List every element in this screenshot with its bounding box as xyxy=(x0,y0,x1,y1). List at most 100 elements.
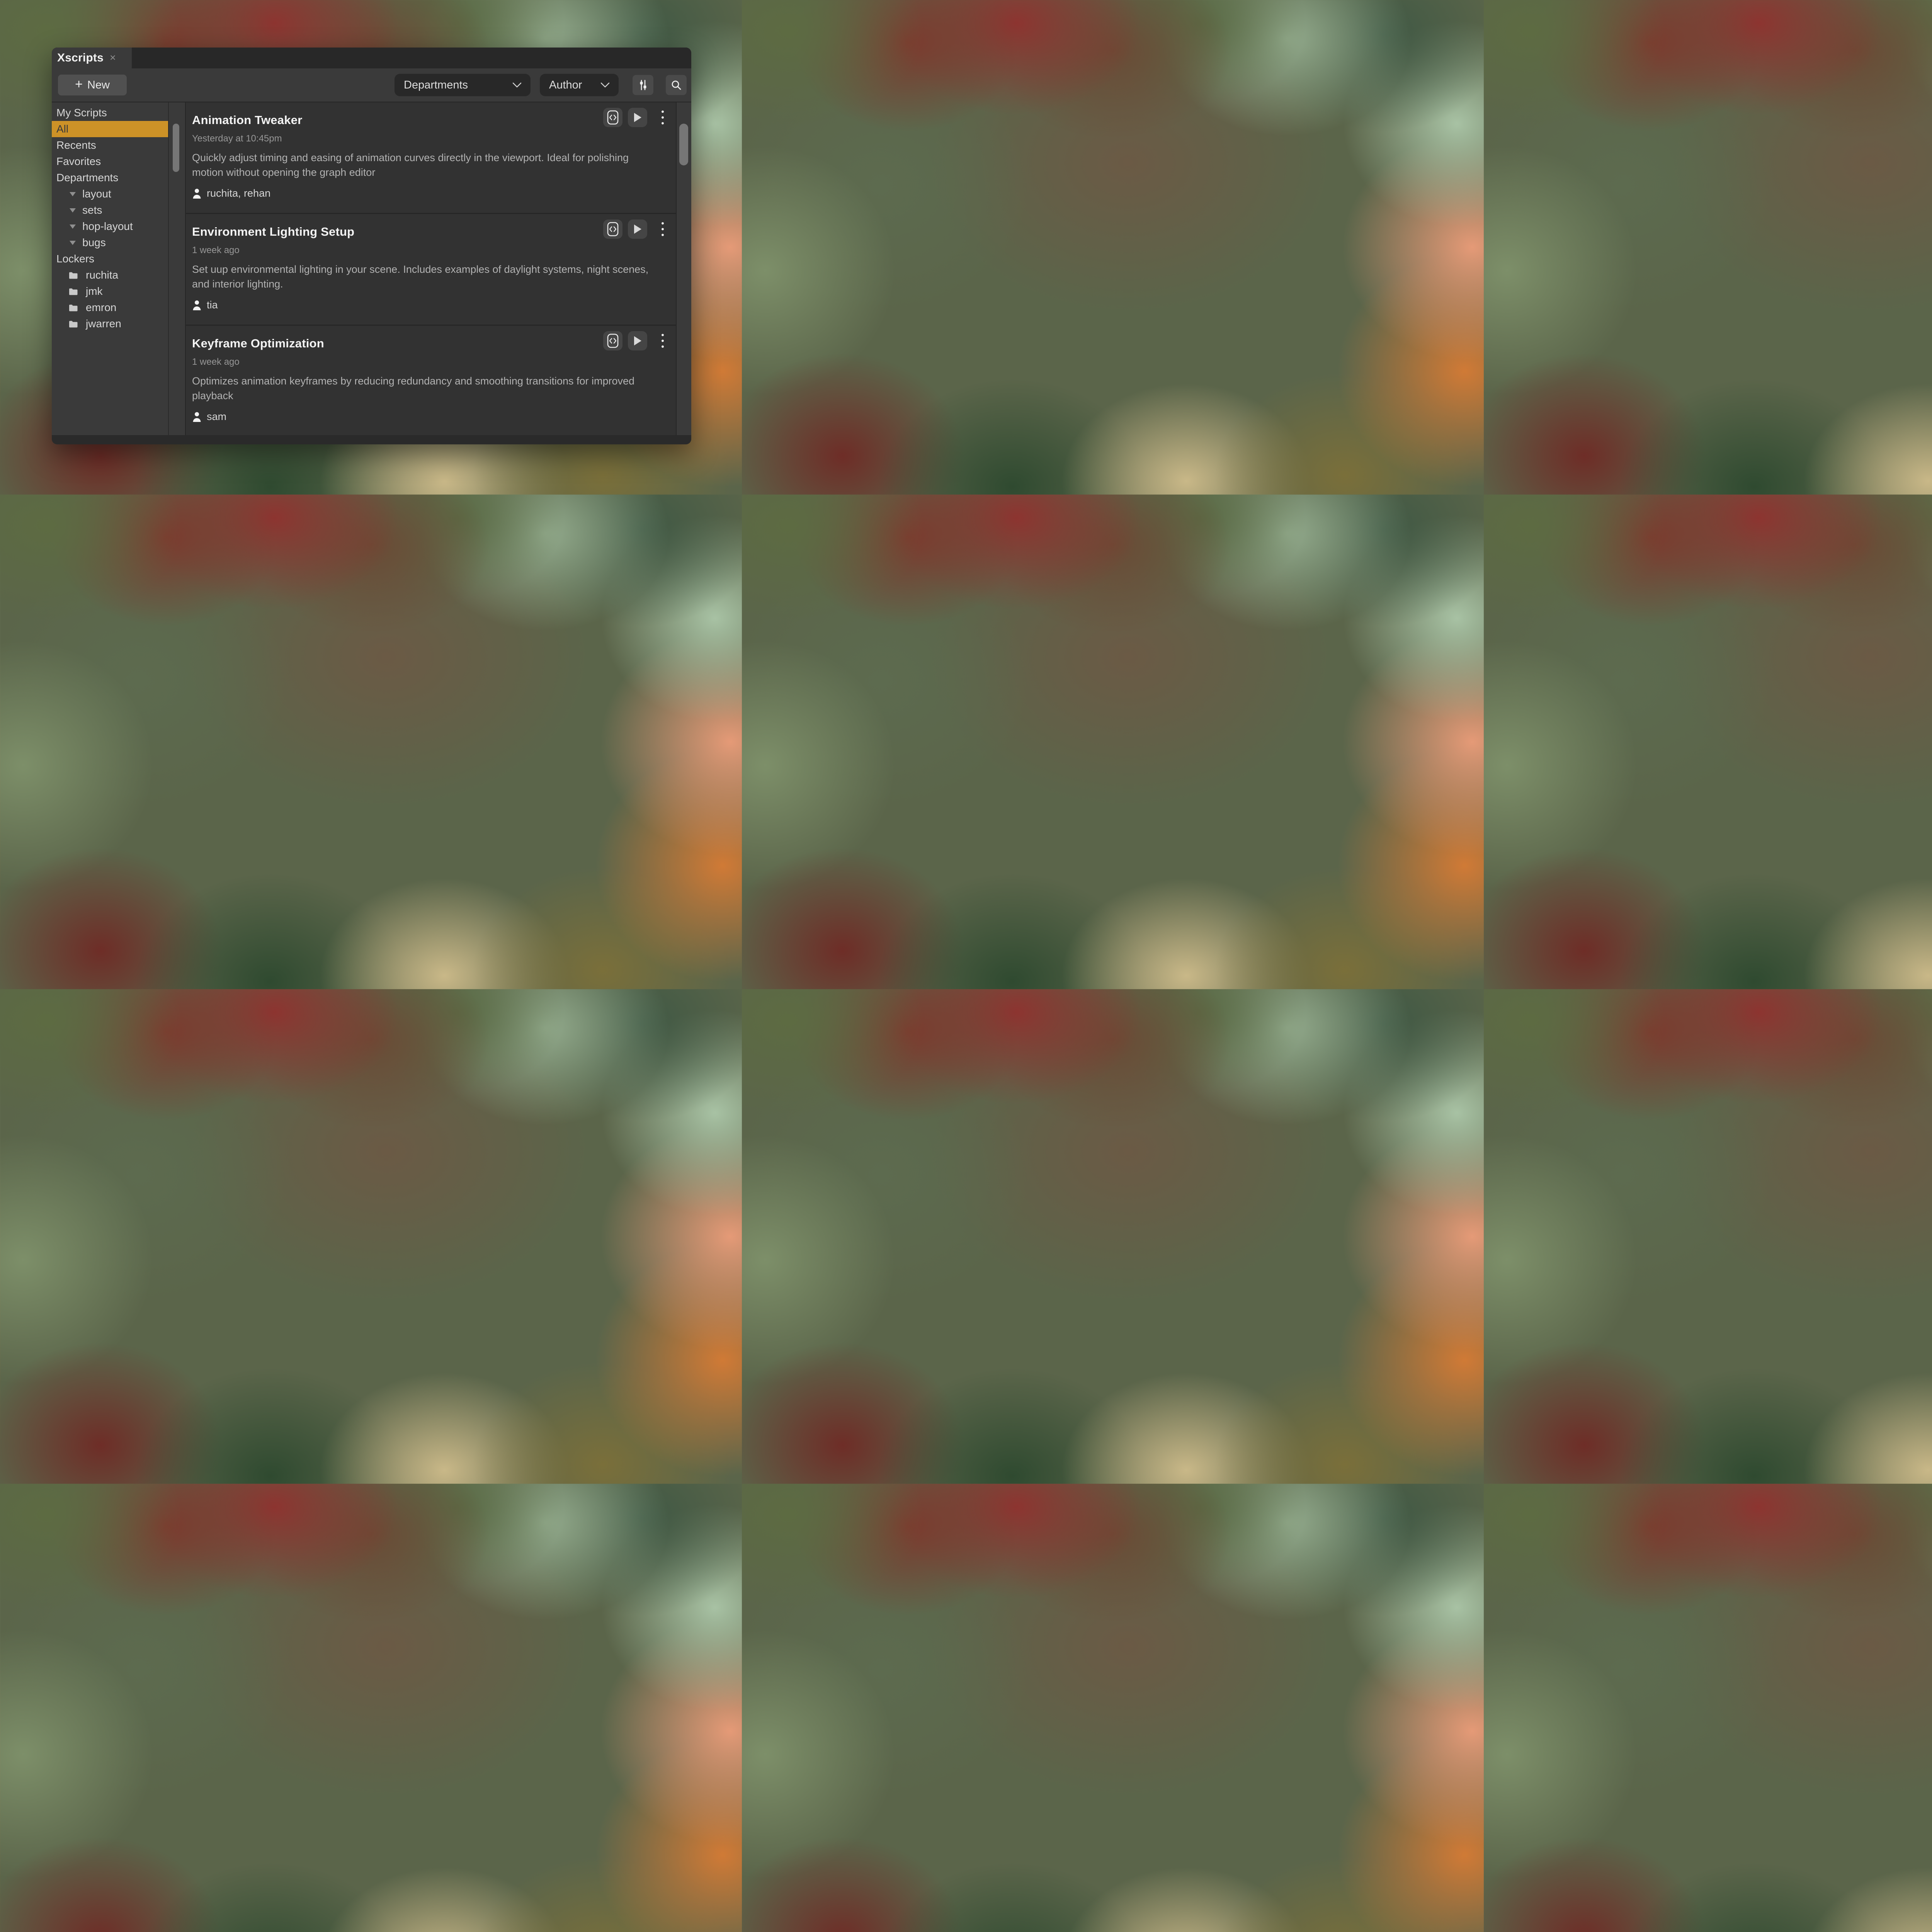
search-button[interactable] xyxy=(666,75,687,95)
script-authors: sam xyxy=(207,411,226,423)
script-timestamp: 1 week ago xyxy=(192,245,669,256)
sidebar-item-label: layout xyxy=(82,188,111,200)
run-script-button[interactable] xyxy=(628,108,647,127)
script-list-scrollbar[interactable] xyxy=(679,124,688,165)
sidebar-item-label: jwarren xyxy=(86,318,121,330)
sidebar-item-ruchita[interactable]: ruchita xyxy=(52,267,168,283)
sidebar-item-label: Lockers xyxy=(56,253,94,265)
window-body: My Scripts All Recents Favorites Departm… xyxy=(52,102,691,435)
script-description: Set uup environmental lighting in your s… xyxy=(192,262,660,291)
folder-icon xyxy=(69,288,78,295)
folder-icon xyxy=(69,320,78,328)
person-icon xyxy=(192,300,202,310)
run-script-button[interactable] xyxy=(628,219,647,239)
sidebar-item-bugs[interactable]: bugs xyxy=(52,235,168,251)
chevron-down-icon xyxy=(600,82,610,88)
sidebar-item-sets[interactable]: sets xyxy=(52,202,168,218)
script-description: Quickly adjust timing and easing of anim… xyxy=(192,150,660,180)
plus-icon: + xyxy=(75,77,83,92)
author-filter-label: Author xyxy=(549,79,582,92)
sidebar-item-layout[interactable]: layout xyxy=(52,186,168,202)
triangle-down-icon[interactable] xyxy=(70,224,76,229)
sidebar-item-label: ruchita xyxy=(86,269,118,281)
triangle-down-icon[interactable] xyxy=(70,241,76,245)
tab-xscripts[interactable]: Xscripts × xyxy=(52,48,132,68)
card-actions xyxy=(603,108,669,127)
sidebar-scrollbar[interactable] xyxy=(173,124,179,172)
script-list: Animation Tweaker Yesterday at 10:45pm xyxy=(185,102,677,435)
sliders-icon xyxy=(638,79,648,91)
view-code-button[interactable] xyxy=(603,331,622,350)
script-card-animation-tweaker[interactable]: Animation Tweaker Yesterday at 10:45pm xyxy=(186,102,676,214)
sidebar-item-jmk[interactable]: jmk xyxy=(52,283,168,299)
sidebar-item-label: hop-layout xyxy=(82,220,133,233)
xscripts-window: Xscripts × + New Departments Author xyxy=(52,48,691,444)
sidebar-item-all[interactable]: All xyxy=(52,121,168,137)
search-icon xyxy=(670,79,682,91)
window-title: Xscripts xyxy=(57,51,104,65)
departments-filter-dropdown[interactable]: Departments xyxy=(395,74,531,96)
author-filter-dropdown[interactable]: Author xyxy=(540,74,619,96)
view-code-button[interactable] xyxy=(603,108,622,127)
play-icon xyxy=(633,224,642,234)
script-title: Environment Lighting Setup xyxy=(192,225,354,239)
script-card-environment-lighting-setup[interactable]: Environment Lighting Setup 1 week ago xyxy=(186,214,676,326)
sidebar-item-hop-layout[interactable]: hop-layout xyxy=(52,218,168,235)
more-options-button[interactable] xyxy=(659,331,667,350)
card-actions xyxy=(603,219,669,239)
sidebar-list: My Scripts All Recents Favorites Departm… xyxy=(52,102,169,435)
sidebar-item-label: sets xyxy=(82,204,102,216)
more-options-button[interactable] xyxy=(659,219,667,239)
toolbar: + New Departments Author xyxy=(52,68,691,102)
script-list-area: Animation Tweaker Yesterday at 10:45pm xyxy=(182,102,691,435)
sidebar-item-departments[interactable]: Departments xyxy=(52,170,168,186)
view-code-button[interactable] xyxy=(603,219,622,239)
sidebar-item-label: Favorites xyxy=(56,155,101,168)
sidebar: My Scripts All Recents Favorites Departm… xyxy=(52,102,182,435)
script-title: Animation Tweaker xyxy=(192,113,302,127)
sidebar-item-label: All xyxy=(56,123,68,135)
new-script-button[interactable]: + New xyxy=(58,75,127,95)
script-authors: tia xyxy=(207,299,218,311)
code-icon xyxy=(607,110,619,125)
script-description: Optimizes animation keyframes by reducin… xyxy=(192,374,660,403)
sidebar-item-label: Departments xyxy=(56,172,118,184)
script-author-row: tia xyxy=(192,299,669,311)
triangle-down-icon[interactable] xyxy=(70,192,76,196)
person-icon xyxy=(192,188,202,199)
triangle-down-icon[interactable] xyxy=(70,208,76,213)
script-author-row: sam xyxy=(192,411,669,423)
sidebar-item-emron[interactable]: emron xyxy=(52,299,168,316)
sidebar-item-label: bugs xyxy=(82,236,106,249)
code-icon xyxy=(607,333,619,348)
script-title: Keyframe Optimization xyxy=(192,337,324,350)
new-button-label: New xyxy=(87,79,110,92)
sidebar-item-jwarren[interactable]: jwarren xyxy=(52,316,168,332)
filter-settings-button[interactable] xyxy=(633,75,653,95)
script-authors: ruchita, rehan xyxy=(207,187,270,199)
sidebar-item-label: Recents xyxy=(56,139,96,151)
sidebar-item-favorites[interactable]: Favorites xyxy=(52,153,168,170)
code-icon xyxy=(607,222,619,236)
run-script-button[interactable] xyxy=(628,331,647,350)
folder-icon xyxy=(69,304,78,311)
window-bottom-strip xyxy=(52,435,691,444)
sidebar-item-my-scripts[interactable]: My Scripts xyxy=(52,105,168,121)
folder-icon xyxy=(69,272,78,279)
sidebar-item-label: emron xyxy=(86,301,116,314)
sidebar-item-recents[interactable]: Recents xyxy=(52,137,168,153)
play-icon xyxy=(633,336,642,346)
chevron-down-icon xyxy=(512,82,522,88)
script-card-keyframe-optimization[interactable]: Keyframe Optimization 1 week ago O xyxy=(186,326,676,429)
more-options-button[interactable] xyxy=(659,108,667,127)
person-icon xyxy=(192,412,202,422)
close-icon[interactable]: × xyxy=(110,53,116,63)
card-actions xyxy=(603,331,669,350)
sidebar-item-label: jmk xyxy=(86,285,103,298)
sidebar-item-label: My Scripts xyxy=(56,107,107,119)
tab-bar: Xscripts × xyxy=(52,48,691,68)
sidebar-item-lockers[interactable]: Lockers xyxy=(52,251,168,267)
departments-filter-label: Departments xyxy=(404,79,468,92)
play-icon xyxy=(633,112,642,122)
script-author-row: ruchita, rehan xyxy=(192,187,669,199)
